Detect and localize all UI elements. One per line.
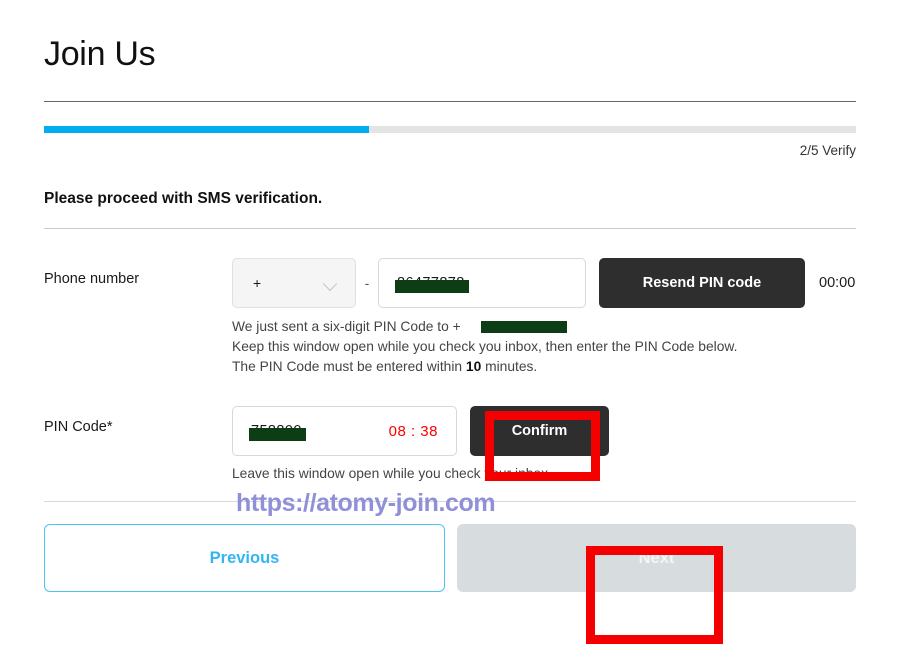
next-button[interactable]: Next [457, 524, 856, 593]
resend-timer: 00:00 [819, 275, 856, 292]
pin-countdown-timer: 08 : 38 [388, 422, 438, 440]
pin-expiry-minutes: 10 [465, 359, 482, 375]
section-divider [44, 228, 856, 230]
pin-code-body: 758800 08 : 38 Confirm Leave this window… [232, 406, 856, 481]
phone-number-row: Phone number + - 86477878 Resend PIN cod… [44, 258, 856, 377]
pin-code-row: PIN Code* 758800 08 : 38 Confirm Leave t… [44, 406, 856, 481]
progress-step-label: 2/5 Verify [799, 143, 856, 159]
sms-info-text: We just sent a six-digit PIN Code to + K… [232, 317, 856, 377]
pin-code-input[interactable]: 758800 08 : 38 [232, 406, 457, 457]
footer-actions: Previous Next [44, 524, 856, 593]
previous-button[interactable]: Previous [44, 524, 445, 593]
chevron-down-icon [324, 279, 339, 288]
sms-info-line-3-prefix: The PIN Code must be entered within [232, 359, 466, 375]
phone-separator: - [364, 275, 370, 292]
progress-bar [44, 126, 856, 134]
resend-pin-code-button[interactable]: Resend PIN code [599, 258, 805, 309]
phone-input-group: + - 86477878 Resend PIN code 00:00 [232, 258, 856, 309]
sms-info-line-3-suffix: minutes. [481, 359, 538, 375]
title-divider [44, 101, 856, 103]
phone-number-label: Phone number [44, 271, 140, 288]
country-code-select[interactable]: + [232, 258, 356, 309]
progress-bar-fill [44, 126, 369, 134]
page-title: Join Us [44, 35, 156, 73]
watermark-url: https://atomy-join.com [236, 489, 496, 517]
redacted-phone-bar [480, 320, 567, 333]
pin-help-text: Leave this window open while you check y… [232, 466, 552, 482]
country-code-value: + [253, 275, 262, 292]
phone-number-input[interactable]: 86477878 [378, 258, 586, 309]
section-heading: Please proceed with SMS verification. [44, 190, 323, 208]
phone-number-body: + - 86477878 Resend PIN code 00:00 We ju… [232, 258, 856, 377]
sms-info-line-2: Keep this window open while you check yo… [232, 339, 738, 355]
sms-info-line-3: The PIN Code must be entered within 10 m… [232, 357, 856, 377]
pin-code-value: 758800 [249, 423, 306, 442]
pin-input-group: 758800 08 : 38 Confirm [232, 406, 856, 457]
sms-info-line-1-text: We just sent a six-digit PIN Code to + [232, 319, 461, 335]
sms-info-line-1: We just sent a six-digit PIN Code to + [232, 317, 856, 337]
confirm-button[interactable]: Confirm [470, 406, 609, 457]
join-us-page: Join Us 2/5 Verify Please proceed with S… [0, 0, 900, 667]
footer-divider [44, 501, 856, 503]
pin-code-label: PIN Code* [44, 419, 113, 436]
phone-number-value: 86477878 [395, 275, 469, 294]
